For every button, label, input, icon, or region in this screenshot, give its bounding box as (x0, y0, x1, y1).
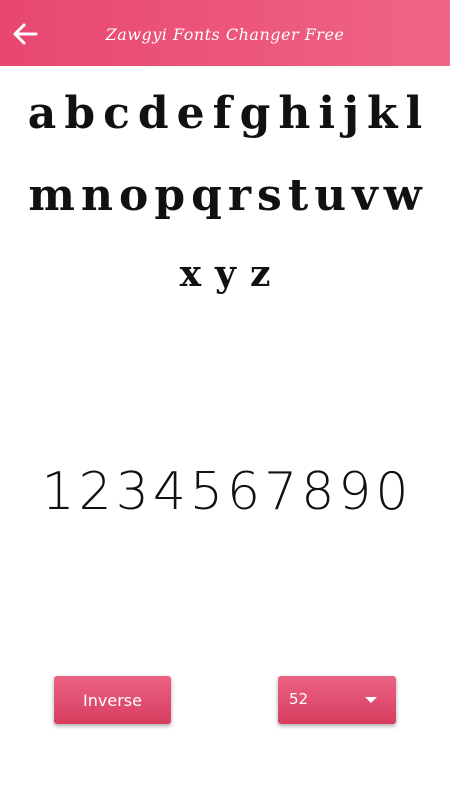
inverse-button[interactable]: Inverse (54, 676, 171, 724)
letter-glyph: y (215, 253, 236, 295)
letter-glyph: w (383, 170, 422, 221)
letter-glyph: o (118, 170, 149, 221)
app-title: Zawgyi Fonts Changer Free (105, 25, 345, 44)
letter-glyph: a (27, 88, 57, 139)
app-bar: Zawgyi Fonts Changer Free (0, 0, 450, 66)
letter-glyph: k (366, 88, 398, 139)
digit-glyph: 8 (301, 462, 335, 522)
letter-glyph: m (28, 170, 75, 221)
letters-row-3: x y z (0, 256, 450, 292)
digit-glyph: 4 (152, 462, 186, 522)
font-size-dropdown[interactable]: 52 (278, 676, 396, 724)
letter-glyph: c (103, 88, 130, 139)
letter-glyph: v (352, 170, 378, 221)
digits-row: 1 2 3 4 5 6 7 8 9 0 (0, 466, 450, 518)
letter-glyph: f (212, 88, 232, 139)
letter-glyph: x (179, 253, 202, 295)
arrow-left-icon (13, 23, 38, 45)
caret-down-icon (365, 697, 377, 703)
digit-glyph: 7 (264, 462, 298, 522)
digit-glyph: 6 (227, 462, 261, 522)
letter-glyph: h (278, 88, 311, 139)
digit-glyph: 5 (189, 462, 223, 522)
letter-glyph: r (227, 170, 252, 221)
back-button[interactable] (8, 17, 42, 51)
letter-glyph: q (191, 170, 222, 221)
letter-glyph: s (257, 170, 282, 221)
letters-row-2: m n o p q r s t u v w (0, 174, 450, 218)
letter-glyph: b (64, 88, 96, 139)
letter-glyph: t (287, 170, 309, 221)
letter-glyph: g (239, 88, 271, 139)
letter-glyph: j (343, 88, 359, 139)
letter-glyph: e (176, 88, 205, 139)
digit-glyph: 3 (115, 462, 149, 522)
digit-glyph: 9 (338, 462, 372, 522)
letter-glyph: z (249, 253, 271, 295)
digit-glyph: 1 (41, 462, 75, 522)
digit-glyph: 2 (78, 462, 112, 522)
letter-glyph: n (80, 170, 113, 221)
digit-glyph: 0 (375, 462, 409, 522)
letter-glyph: p (154, 170, 186, 221)
letters-row-1: a b c d e f g h i j k l (0, 92, 450, 136)
font-size-value: 52 (289, 690, 309, 708)
letter-glyph: u (314, 170, 347, 221)
letter-glyph: l (405, 88, 423, 139)
letter-glyph: i (318, 88, 336, 139)
letter-glyph: d (137, 88, 169, 139)
